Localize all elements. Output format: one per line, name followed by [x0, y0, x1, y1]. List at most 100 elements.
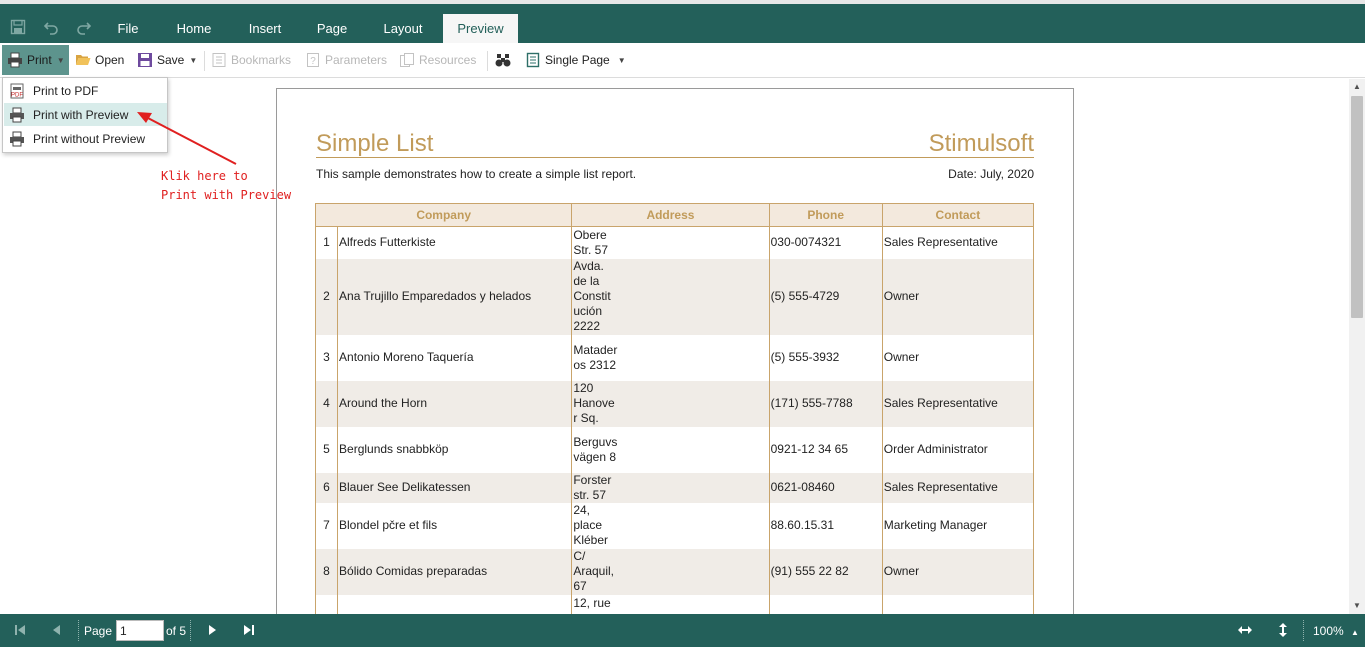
scroll-up-icon[interactable]: ▲	[1349, 80, 1365, 94]
save-icon[interactable]	[9, 18, 27, 36]
table-row: 3 Antonio Moreno Taquería Matader os 231…	[314, 334, 1035, 381]
printer-icon	[7, 52, 23, 68]
chevron-down-icon: ▼	[189, 55, 198, 65]
cell-company: Alfreds Futterkiste	[337, 226, 573, 259]
cell-address: Matader os 2312	[571, 334, 770, 381]
print-without-preview-item[interactable]: Print without Preview	[4, 127, 167, 150]
status-bar: Page of 5 100% ▲	[0, 614, 1365, 647]
cell-address: C/ Araquil, 67	[571, 548, 770, 595]
report-title: Simple List	[316, 130, 434, 157]
save-label: Save	[157, 53, 185, 67]
toolbar-divider	[204, 51, 205, 71]
floppy-icon	[137, 52, 153, 68]
table-row: 1 Alfreds Futterkiste Obere Str. 57 030-…	[314, 226, 1035, 259]
resources-label: Resources	[419, 53, 477, 67]
chevron-down-icon: ▼	[617, 55, 626, 65]
scroll-down-icon[interactable]: ▼	[1349, 599, 1365, 613]
print-without-preview-label: Print without Preview	[33, 131, 146, 146]
cell-address: 24, place Kléber	[571, 502, 770, 549]
row-number: 3	[314, 334, 339, 381]
table-row: 6 Blauer See Delikatessen Forster str. 5…	[314, 472, 1035, 503]
view-mode-dropdown[interactable]: Single Page ▼	[525, 45, 626, 75]
cell-phone	[768, 594, 883, 614]
report-viewport[interactable]: Simple List Stimulsoft This sample demon…	[0, 79, 1349, 614]
table-row: 2 Ana Trujillo Emparedados y helados Avd…	[314, 258, 1035, 335]
cell-address: Forster str. 57	[571, 472, 770, 503]
cell-phone: (5) 555-3932	[768, 334, 883, 381]
bookmarks-button[interactable]: Bookmarks	[211, 45, 291, 75]
cell-contact: Sales Representative	[881, 380, 1035, 427]
row-number: 2	[314, 258, 339, 335]
status-divider	[1303, 620, 1304, 641]
tab-layout[interactable]: Layout	[372, 14, 434, 43]
fit-width-icon[interactable]	[1237, 622, 1253, 638]
row-number	[314, 594, 339, 614]
fit-height-icon[interactable]	[1275, 622, 1291, 638]
open-button[interactable]: Open	[75, 45, 124, 75]
column-header-company: Company	[314, 203, 573, 227]
single-page-icon	[525, 52, 541, 68]
zoom-level: 100%	[1313, 624, 1344, 638]
zoom-dropdown[interactable]: 100% ▲	[1313, 624, 1359, 638]
printer-preview-icon	[9, 107, 25, 123]
tab-insert[interactable]: Insert	[235, 14, 295, 43]
redo-icon[interactable]	[75, 18, 93, 36]
preview-toolbar: Print ▼ Open Save ▼ Bookmarks ? Paramete…	[0, 43, 1365, 78]
row-number: 5	[314, 426, 339, 473]
save-button[interactable]: Save ▼	[137, 45, 197, 75]
column-header-address: Address	[571, 203, 770, 227]
report-description: This sample demonstrates how to create a…	[316, 167, 637, 181]
printer-icon	[9, 131, 25, 147]
svg-text:?: ?	[310, 56, 316, 67]
report-brand: Stimulsoft	[928, 130, 1034, 157]
binoculars-icon	[495, 52, 511, 68]
cell-address: 120 Hanove r Sq.	[571, 380, 770, 427]
cell-address: Berguvs vägen 8	[571, 426, 770, 473]
undo-icon[interactable]	[42, 18, 60, 36]
resources-button[interactable]: Resources	[399, 45, 476, 75]
parameters-button[interactable]: ? Parameters	[305, 45, 387, 75]
cell-company: Blondel pčre et fils	[337, 502, 573, 549]
next-page-icon[interactable]	[204, 622, 220, 638]
cell-address: 12, rue	[571, 594, 770, 614]
row-number: 6	[314, 472, 339, 503]
print-to-pdf-label: Print to PDF	[33, 83, 99, 98]
tab-file[interactable]: File	[102, 14, 154, 43]
parameters-label: Parameters	[325, 53, 388, 67]
last-page-icon[interactable]	[241, 622, 257, 638]
scrollbar-thumb[interactable]	[1351, 96, 1363, 318]
report-table: Company Address Phone Contact 1 Alfreds …	[314, 203, 1035, 614]
find-button[interactable]	[495, 45, 515, 75]
tab-preview[interactable]: Preview	[443, 14, 518, 43]
row-number: 4	[314, 380, 339, 427]
report-page: Simple List Stimulsoft This sample demon…	[276, 88, 1074, 614]
report-date: Date: July, 2020	[948, 167, 1034, 181]
cell-company	[337, 594, 573, 614]
cell-contact: Order Administrator	[881, 426, 1035, 473]
tab-home[interactable]: Home	[164, 14, 224, 43]
table-row: 5 Berglunds snabbköp Berguvs vägen 8 092…	[314, 426, 1035, 473]
print-to-pdf-item[interactable]: PDF Print to PDF	[4, 79, 167, 102]
cell-contact: Sales Representative	[881, 226, 1035, 259]
bookmarks-icon	[211, 52, 227, 68]
vertical-scrollbar[interactable]: ▲ ▼	[1349, 79, 1365, 614]
svg-text:PDF: PDF	[11, 92, 23, 98]
table-row: 12, rue	[314, 594, 1035, 614]
page-number-input[interactable]	[116, 620, 164, 641]
cell-contact: Owner	[881, 548, 1035, 595]
chevron-down-icon: ▼	[56, 55, 65, 65]
first-page-icon[interactable]	[12, 622, 28, 638]
cell-company: Antonio Moreno Taquería	[337, 334, 573, 381]
print-with-preview-item[interactable]: Print with Preview	[4, 103, 167, 126]
prev-page-icon[interactable]	[49, 622, 65, 638]
menu-bar: File Home Insert Page Layout Preview	[0, 4, 1365, 43]
print-with-preview-label: Print with Preview	[33, 107, 129, 122]
cell-company: Ana Trujillo Emparedados y helados	[337, 258, 573, 335]
tab-page[interactable]: Page	[303, 14, 361, 43]
status-divider	[190, 620, 191, 641]
cell-company: Bólido Comidas preparadas	[337, 548, 573, 595]
chevron-up-icon: ▲	[1351, 628, 1359, 637]
print-button[interactable]: Print ▼	[2, 45, 69, 75]
column-header-contact: Contact	[881, 203, 1035, 227]
status-divider	[78, 620, 79, 641]
